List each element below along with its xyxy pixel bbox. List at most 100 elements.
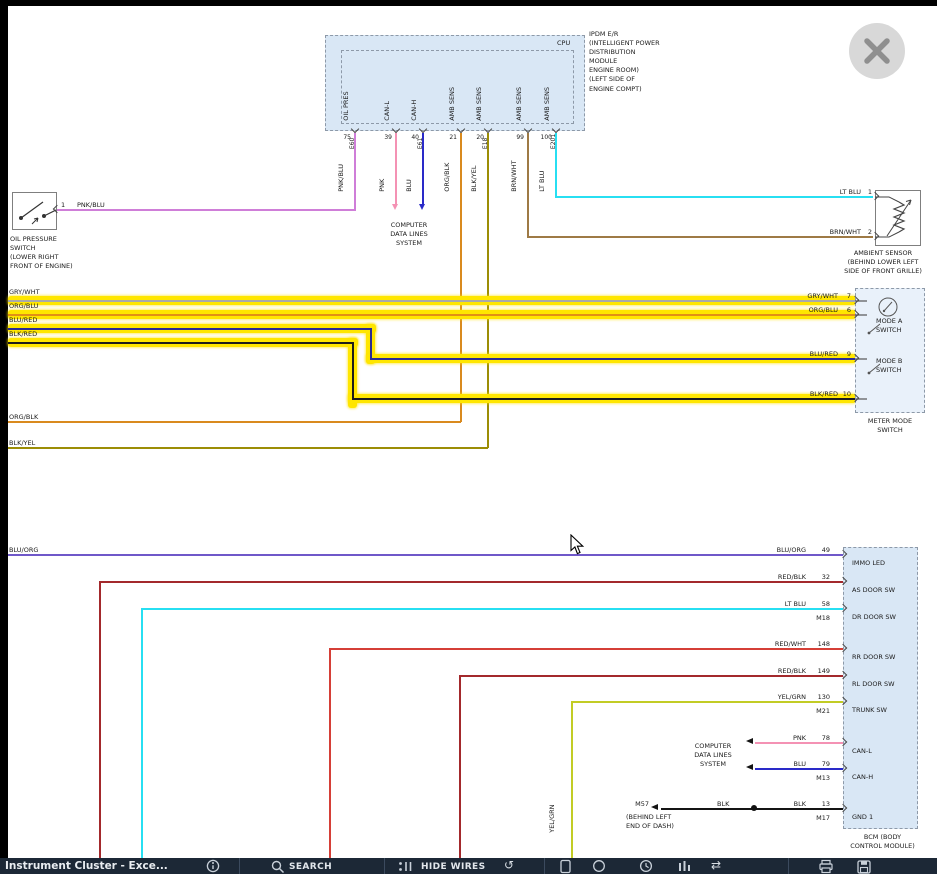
ipdm-pin-label: CAN-L: [383, 101, 392, 121]
wire-color-label: BLU/RED: [9, 316, 37, 325]
ipdm-pin-label: AMB SENS: [475, 87, 484, 121]
wire-ltblu2-v[interactable]: [141, 608, 143, 858]
ipdm-pin-number: 39: [384, 134, 392, 142]
meter-mode-switch-symbols: [855, 288, 925, 413]
wiring-diagram-viewer: { "palette": { "highlight": "#ffe600", "…: [0, 0, 937, 874]
wire-redblk1-v[interactable]: [99, 581, 101, 858]
bcm-pin-label: IMMO LED: [852, 559, 885, 568]
wire-color-label: BLK/YEL: [9, 439, 35, 448]
pin-number: 79: [822, 760, 830, 769]
mode-a-switch-label: MODE ASWITCH: [876, 317, 902, 335]
wire-redwht-v[interactable]: [329, 648, 331, 858]
wire-ltblu-h[interactable]: [555, 196, 873, 198]
ground-id: M57: [635, 800, 649, 809]
zoom-icon[interactable]: [592, 859, 607, 874]
ipdm-pin-label: CAN-H: [410, 100, 419, 121]
toolbar-separator: [384, 858, 385, 874]
wire-redblk2-v[interactable]: [459, 675, 461, 858]
pin-number: 49: [822, 546, 830, 555]
bottom-toolbar: Instrument Cluster - Exce... SEARCH HIDE…: [0, 858, 937, 874]
ipdm-pin-label: AMB SENS: [515, 87, 524, 121]
pin-number: 58: [822, 600, 830, 609]
connector-id: M17: [816, 814, 830, 823]
ambient-pin: 2: [868, 228, 872, 237]
wire-color-label: GRY/WHT: [807, 292, 838, 301]
wire-blkyel-h[interactable]: [8, 447, 488, 449]
bcm-name: BCM (BODYCONTROL MODULE): [840, 833, 925, 851]
computer-data-lines-top: COMPUTERDATA LINESSYSTEM: [381, 221, 437, 248]
ambient-wire-label: LT BLU: [840, 188, 861, 197]
wire-color-label: PNK/BLU: [337, 164, 346, 192]
ipdm-cpu-label: CPU: [557, 39, 570, 48]
wire-orgblk-h[interactable]: [8, 421, 461, 423]
wire-color-label: BLU/ORG: [9, 546, 38, 555]
bcm-pin-label: TRUNK SW: [852, 706, 887, 715]
ipdm-pin-label: OIL PRES: [342, 91, 351, 120]
toolbar-separator: [544, 858, 545, 874]
wire-blu-v[interactable]: [422, 133, 424, 204]
oil-switch-pin: 1: [61, 201, 65, 210]
computer-data-lines-bottom: COMPUTERDATA LINESSYSTEM: [684, 742, 742, 769]
levels-icon[interactable]: [677, 859, 692, 873]
wire-blured-v[interactable]: [370, 328, 372, 360]
bcm-pin-label: RL DOOR SW: [852, 680, 895, 689]
ambient-pin: 1: [868, 188, 872, 197]
ipdm-pin-number: 21: [449, 134, 457, 142]
save-icon[interactable]: [856, 859, 872, 874]
wire-pnk-v[interactable]: [395, 133, 397, 204]
wire-redwht-h[interactable]: [329, 648, 844, 650]
wire-brnwht-h[interactable]: [527, 236, 873, 238]
bcm-pin-label: CAN-H: [852, 773, 873, 782]
pin-number: 78: [822, 734, 830, 743]
meter-mode-switch-name: METER MODESWITCH: [845, 417, 935, 435]
wire-color-label: PNK: [793, 734, 806, 743]
wire-blured-h2[interactable]: [370, 358, 856, 360]
wire-color-label: ORG/BLK: [9, 413, 38, 422]
wire-color-label: GRY/WHT: [9, 288, 40, 297]
wire-blkred-h2[interactable]: [352, 398, 856, 400]
wire-orgblu-h[interactable]: [8, 314, 856, 316]
ipdm-title: IPDM E/R(INTELLIGENT POWERDISTRIBUTIONMO…: [589, 30, 660, 94]
wire-color-label: BLK/RED: [9, 330, 37, 339]
can-l-arrow-icon: [392, 204, 398, 210]
wire-color-label: BLU/RED: [810, 350, 838, 359]
wire-redblk1-h[interactable]: [99, 581, 844, 583]
wire-ltblu2-h[interactable]: [141, 608, 844, 610]
wire-brnwht-v[interactable]: [527, 133, 529, 237]
wire-color-label: ORG/BLU: [809, 306, 838, 315]
page-icon[interactable]: [559, 859, 573, 874]
history-icon[interactable]: [639, 859, 654, 874]
hide-wires-button[interactable]: HIDE WIRES: [421, 862, 485, 872]
wire-blured-h1[interactable]: [8, 328, 372, 330]
wire-ltblu-v[interactable]: [555, 133, 557, 197]
ambient-wire-label: BRN/WHT: [830, 228, 861, 237]
search-button[interactable]: SEARCH: [289, 862, 332, 872]
print-icon[interactable]: [818, 859, 835, 874]
thermistor-symbol: [875, 190, 921, 246]
pin-number: 130: [818, 693, 830, 702]
wire-pnkblu-v[interactable]: [354, 133, 356, 211]
pin-number: 32: [822, 573, 830, 582]
close-button[interactable]: [849, 23, 905, 79]
wire-grywht-h[interactable]: [8, 300, 856, 302]
wire-orgblk-v[interactable]: [460, 133, 462, 422]
wire-color-label: RED/WHT: [775, 640, 806, 649]
wire-yelgrn-v[interactable]: [571, 701, 573, 858]
undo-icon[interactable]: ↺: [504, 859, 514, 871]
wire-color-label: BLK: [794, 800, 806, 809]
wire-color-label: BLK: [717, 800, 729, 809]
info-icon[interactable]: [206, 859, 220, 873]
wire-bluorg-h[interactable]: [8, 554, 844, 556]
wire-color-label: RED/BLK: [778, 667, 806, 676]
wire-color-label: ORG/BLU: [9, 302, 38, 311]
ground-location: (BEHIND LEFTEND OF DASH): [626, 813, 674, 831]
pin-number: 149: [818, 667, 830, 676]
connector-id: M21: [816, 707, 830, 716]
pin-number: 13: [822, 800, 830, 809]
wire-color-label: RED/BLK: [778, 573, 806, 582]
wire-blkred-h1[interactable]: [8, 342, 354, 344]
compare-icon[interactable]: ⇄: [711, 859, 721, 871]
diagram-title: Instrument Cluster - Exce...: [5, 860, 168, 872]
hide-wires-icon: [398, 860, 414, 874]
wire-blkred-v[interactable]: [352, 342, 354, 400]
